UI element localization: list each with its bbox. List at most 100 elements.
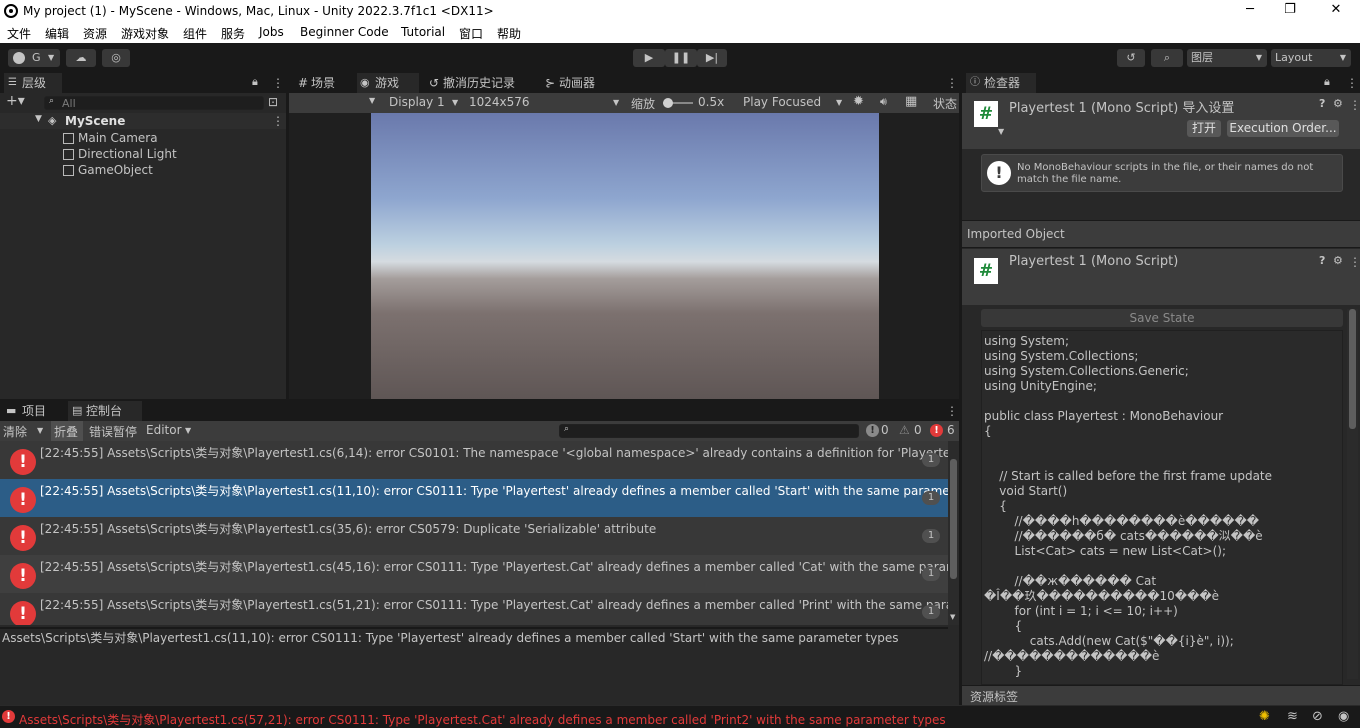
help-icon[interactable]: ? [1319,97,1325,110]
error-pause-toggle[interactable]: 错误暂停 [86,421,140,441]
error-filter-toggle[interactable]: ! 6 [930,423,958,439]
warning-icon: ⚠ [899,423,910,437]
tab-game[interactable]: ◉ 游戏 [357,73,419,93]
audio-icon[interactable]: 🔊︎ [880,95,887,109]
gameobject-icon [63,133,74,144]
hierarchy-item[interactable]: GameObject [0,162,286,178]
resolution-dropdown[interactable]: 1024x576 ▼ [465,93,625,113]
menu-jobs[interactable]: Jobs [259,25,284,39]
search-button[interactable]: ⌕ [1151,49,1183,67]
scale-slider[interactable] [663,98,693,108]
info-filter-toggle[interactable]: ! 0 [866,423,892,439]
save-state-button[interactable]: Save State [981,309,1343,327]
scroll-down-icon[interactable]: ▼ [950,613,955,621]
error-icon: ! [10,487,36,513]
lock-icon[interactable]: 🔒︎ [1324,75,1330,89]
tab-project[interactable]: ▬ 项目 [4,401,62,421]
console-search-input[interactable]: ⌕ [559,424,859,438]
hierarchy-item[interactable]: Main Camera [0,130,286,146]
layers-dropdown[interactable]: 图层 ▼ [1187,49,1267,67]
help-icon[interactable]: ? [1319,254,1325,267]
execution-order-button[interactable]: Execution Order... [1227,120,1339,137]
log-row[interactable]: ! [22:45:55] Assets\Scripts\类与对象\Playert… [0,593,948,625]
error-pause-label: 错误暂停 [89,425,138,439]
close-button[interactable]: ✕ [1326,2,1346,20]
cache-server-icon[interactable]: ≋ [1287,709,1298,724]
bug-icon[interactable]: ✹ [853,94,864,109]
chevron-down-icon[interactable]: ▼ [37,426,43,435]
settings-icon[interactable]: ⚙ [1333,254,1343,267]
more-icon[interactable]: ⋮ [1349,99,1360,111]
layout-dropdown[interactable]: Layout ▼ [1271,49,1351,67]
tab-inspector[interactable]: ⓘ 检查器 [966,73,1036,93]
menu-component[interactable]: 组件 [183,25,207,42]
gizmos-grid-icon[interactable]: ▦ [905,94,917,109]
scrollbar-thumb[interactable] [1349,309,1356,429]
error-count: 6 [947,423,955,437]
chevron-down-icon[interactable]: ▼ [369,96,375,105]
more-icon[interactable]: ⋮ [272,115,284,127]
menu-help[interactable]: 帮助 [497,25,521,42]
notifications-icon[interactable]: ◉ [1338,709,1349,724]
more-icon[interactable]: ⋮ [1349,256,1360,268]
search-options-icon[interactable]: ⊡ [268,95,278,109]
unity-logo-icon [4,4,18,18]
menu-assets[interactable]: 资源 [83,25,107,42]
log-row-selected[interactable]: ! [22:45:55] Assets\Scripts\类与对象\Playert… [0,479,948,517]
play-button[interactable]: ▶ [633,49,665,67]
menu-edit[interactable]: 编辑 [45,25,69,42]
display-dropdown[interactable]: Display 1 ▼ [382,93,462,113]
asset-labels-title: 资源标签 [970,690,1019,704]
scene-row[interactable]: ▼ ◈ MyScene ⋮ [0,113,286,129]
menu-window[interactable]: 窗口 [459,25,483,42]
tab-label: 控制台 [86,404,123,418]
warning-filter-toggle[interactable]: ⚠ 0 [899,423,925,439]
menu-file[interactable]: 文件 [7,25,31,42]
log-row[interactable]: ! [22:45:55] Assets\Scripts\类与对象\Playert… [0,555,948,593]
more-icon[interactable]: ⋮ [946,77,958,89]
more-icon[interactable]: ⋮ [1346,77,1358,89]
settings-icon[interactable]: ⚙ [1333,97,1343,110]
add-icon[interactable]: +▾ [6,93,25,109]
cloud-button[interactable]: ☁ [66,49,96,67]
menu-tutorial[interactable]: Tutorial [401,25,445,39]
debug-mode-icon[interactable]: ⊘ [1312,709,1323,724]
more-icon[interactable]: ⋮ [946,405,958,417]
tab-hierarchy[interactable]: ☰ 层级 [4,73,62,93]
clear-button[interactable]: 清除 ▼ [0,421,48,441]
hierarchy-item[interactable]: Directional Light [0,146,286,162]
scrollbar-thumb[interactable] [950,459,957,579]
game-view-canvas[interactable] [371,113,879,399]
hierarchy-search-input[interactable]: ⌕ All [44,96,264,110]
tab-scene[interactable]: # 场景 [293,73,355,93]
tab-console[interactable]: ▤ 控制台 [68,401,142,421]
menu-beginner-code[interactable]: Beginner Code [300,25,389,39]
undo-history-button[interactable]: ↺ [1117,49,1145,67]
collab-button[interactable]: ◎ [102,49,130,67]
scale-value: 0.5x [698,95,725,109]
log-row[interactable]: ! [22:45:55] Assets\Scripts\类与对象\Playert… [0,517,948,555]
status-message[interactable]: Assets\Scripts\类与对象\Playertest1.cs(57,21… [19,711,946,728]
pause-button[interactable]: ❚❚ [665,49,697,67]
collab-icon: ◎ [111,51,121,64]
more-icon[interactable]: ⋮ [272,77,284,89]
scale-slider-thumb[interactable] [663,98,673,108]
play-mode-dropdown[interactable]: Play Focused ▼ [739,93,849,113]
log-row[interactable]: ! [22:45:55] Assets\Scripts\类与对象\Playert… [0,441,948,479]
menu-services[interactable]: 服务 [221,25,245,42]
tab-undo-history[interactable]: ↺ 撤消历史记录 [425,73,535,93]
collapse-toggle[interactable]: 折叠 [51,421,83,441]
open-button[interactable]: 打开 [1187,120,1221,137]
expand-icon[interactable]: ▼ [35,114,42,124]
maximize-button[interactable]: ❐ [1280,2,1300,20]
minimize-button[interactable]: ─ [1240,2,1260,20]
tab-animator[interactable]: ⊱ 动画器 [541,73,621,93]
console-scrollbar[interactable]: ▼ [948,441,959,625]
menu-gameobject[interactable]: 游戏对象 [121,25,169,42]
step-button[interactable]: ▶| [697,49,727,67]
account-dropdown[interactable]: G ▼ [8,49,60,67]
stats-button[interactable]: 状态 [933,95,957,112]
editor-dropdown[interactable]: Editor ▼ [143,421,195,441]
inspector-scrollbar[interactable] [1347,309,1358,679]
lock-icon[interactable]: 🔒︎ [252,75,258,89]
